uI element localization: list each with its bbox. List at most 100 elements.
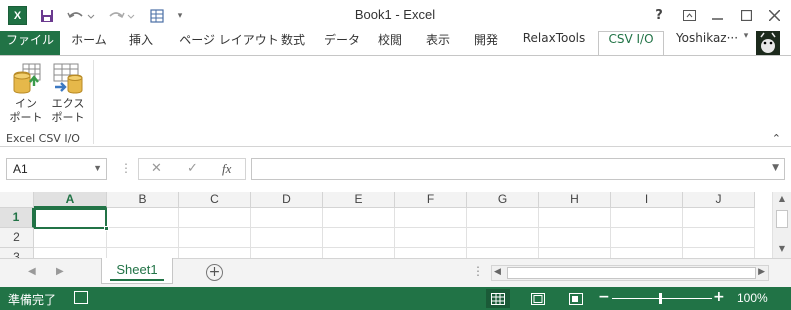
- form-icon[interactable]: [148, 6, 166, 25]
- fill-handle[interactable]: [104, 226, 109, 231]
- export-button[interactable]: エクス ポート: [48, 60, 88, 130]
- tab-split-handle-icon[interactable]: ⋮: [472, 264, 484, 278]
- zoom-slider-thumb[interactable]: [659, 293, 662, 304]
- active-cell-a1[interactable]: [34, 208, 109, 231]
- scroll-right-icon[interactable]: ▶: [758, 267, 765, 277]
- worksheet-grid[interactable]: ABCDEFGHIJ 123 ▲ ▼: [0, 192, 791, 258]
- name-box[interactable]: A1 ▼: [6, 158, 107, 180]
- tab-insert[interactable]: 挿入: [118, 31, 164, 55]
- scroll-up-icon[interactable]: ▲: [775, 194, 789, 206]
- row-header-3[interactable]: 3: [0, 248, 34, 258]
- insert-function-icon[interactable]: fx: [222, 161, 231, 177]
- cancel-icon[interactable]: ✕: [151, 161, 162, 176]
- column-header-h[interactable]: H: [539, 192, 611, 208]
- add-sheet-button[interactable]: +: [206, 264, 223, 281]
- cell-i2[interactable]: [611, 228, 683, 248]
- column-header-g[interactable]: G: [467, 192, 539, 208]
- maximize-icon[interactable]: [733, 4, 759, 26]
- horizontal-scroll-thumb[interactable]: [507, 267, 756, 279]
- cell-g1[interactable]: [467, 208, 539, 228]
- zoom-level[interactable]: 100%: [737, 291, 768, 305]
- column-header-b[interactable]: B: [107, 192, 179, 208]
- zoom-out-button[interactable]: −: [598, 289, 610, 305]
- column-header-j[interactable]: J: [683, 192, 755, 208]
- column-header-c[interactable]: C: [179, 192, 251, 208]
- column-header-d[interactable]: D: [251, 192, 323, 208]
- tab-file[interactable]: ファイル: [0, 31, 60, 55]
- import-button[interactable]: イン ポート: [6, 60, 46, 130]
- tab-formulas[interactable]: 数式: [272, 31, 314, 55]
- cell-j1[interactable]: [683, 208, 755, 228]
- user-name[interactable]: Yoshikaz···: [672, 31, 742, 55]
- ribbon-display-options-icon[interactable]: [676, 4, 702, 26]
- cell-e1[interactable]: [323, 208, 395, 228]
- cell-c1[interactable]: [179, 208, 251, 228]
- cell-j2[interactable]: [683, 228, 755, 248]
- cell-f3[interactable]: [395, 248, 467, 258]
- sheet-prev-icon[interactable]: ◀: [28, 266, 36, 277]
- page-break-preview-icon[interactable]: [564, 289, 588, 308]
- page-layout-view-icon[interactable]: [526, 289, 550, 308]
- cell-f1[interactable]: [395, 208, 467, 228]
- sheet-tab-sheet1[interactable]: Sheet1: [101, 258, 173, 284]
- normal-view-icon[interactable]: [486, 289, 510, 308]
- cell-a2[interactable]: [34, 228, 107, 248]
- enter-icon[interactable]: ✓: [187, 161, 198, 176]
- select-all-corner[interactable]: [0, 192, 34, 208]
- zoom-slider[interactable]: [612, 298, 712, 299]
- scroll-left-icon[interactable]: ◀: [494, 267, 501, 277]
- close-icon[interactable]: [761, 4, 787, 26]
- macro-record-icon[interactable]: [74, 291, 88, 304]
- cell-h1[interactable]: [539, 208, 611, 228]
- customize-icon[interactable]: ▾: [174, 6, 186, 25]
- horizontal-scrollbar[interactable]: ◀ ▶: [491, 265, 769, 281]
- row-header-1[interactable]: 1: [0, 208, 34, 228]
- cell-g2[interactable]: [467, 228, 539, 248]
- row-header-2[interactable]: 2: [0, 228, 34, 248]
- tab-page-layout[interactable]: ページ レイアウト: [170, 31, 288, 55]
- cell-j3[interactable]: [683, 248, 755, 258]
- redo-icon[interactable]: [106, 6, 136, 25]
- tab-csv-io[interactable]: CSV I/O: [598, 31, 664, 56]
- vertical-scroll-thumb[interactable]: [776, 210, 788, 228]
- cell-b3[interactable]: [107, 248, 179, 258]
- cell-h2[interactable]: [539, 228, 611, 248]
- cell-c3[interactable]: [179, 248, 251, 258]
- cell-b2[interactable]: [107, 228, 179, 248]
- minimize-icon[interactable]: [704, 4, 730, 26]
- column-header-f[interactable]: F: [395, 192, 467, 208]
- column-header-a[interactable]: A: [34, 192, 107, 208]
- cell-d3[interactable]: [251, 248, 323, 258]
- cell-d1[interactable]: [251, 208, 323, 228]
- formula-input[interactable]: ▼: [251, 158, 785, 180]
- cell-e3[interactable]: [323, 248, 395, 258]
- save-icon[interactable]: [38, 6, 56, 25]
- cell-d2[interactable]: [251, 228, 323, 248]
- expand-formula-bar-icon[interactable]: ▼: [772, 163, 779, 173]
- tab-developer[interactable]: 開発: [466, 31, 506, 55]
- tab-home[interactable]: ホーム: [66, 31, 112, 55]
- cell-f2[interactable]: [395, 228, 467, 248]
- tab-data[interactable]: データ: [320, 31, 364, 55]
- column-header-e[interactable]: E: [323, 192, 395, 208]
- undo-icon[interactable]: [66, 6, 96, 25]
- zoom-in-button[interactable]: +: [713, 289, 725, 305]
- cell-g3[interactable]: [467, 248, 539, 258]
- cell-b1[interactable]: [107, 208, 179, 228]
- cell-i3[interactable]: [611, 248, 683, 258]
- user-menu-chevron-icon[interactable]: ▾: [740, 31, 752, 55]
- cell-h3[interactable]: [539, 248, 611, 258]
- help-button[interactable]: ?: [646, 4, 672, 26]
- cell-e2[interactable]: [323, 228, 395, 248]
- cell-a3[interactable]: [34, 248, 107, 258]
- excel-logo-icon[interactable]: X: [8, 6, 27, 25]
- formula-bar-grip-icon[interactable]: ⋮: [120, 161, 132, 175]
- name-box-dropdown-icon[interactable]: ▼: [93, 163, 102, 173]
- tab-relaxtools[interactable]: RelaxTools: [514, 31, 594, 55]
- sheet-next-icon[interactable]: ▶: [56, 266, 64, 277]
- avatar[interactable]: [756, 31, 780, 55]
- vertical-scrollbar[interactable]: ▲ ▼: [772, 192, 791, 258]
- scroll-down-icon[interactable]: ▼: [775, 244, 789, 256]
- tab-view[interactable]: 表示: [418, 31, 458, 55]
- cell-c2[interactable]: [179, 228, 251, 248]
